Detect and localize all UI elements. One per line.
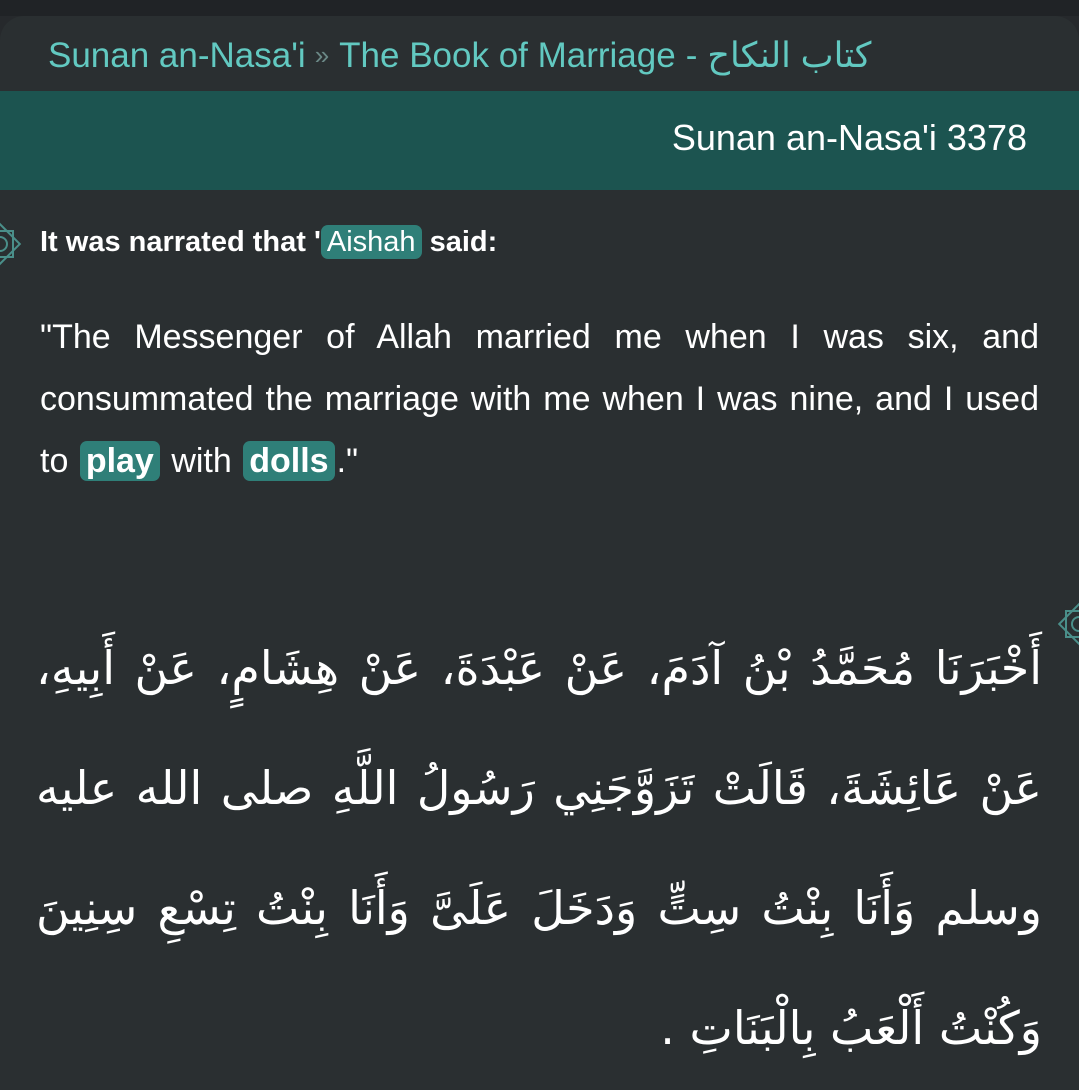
breadcrumb-collection-link[interactable]: Sunan an-Nasa'i xyxy=(48,36,306,75)
narrator-prefix: It was narrated that ' xyxy=(40,226,321,258)
narrator-line: It was narrated that ' Aishah said: xyxy=(40,220,1040,264)
english-text-part3: ." xyxy=(336,442,359,480)
breadcrumb-dash: - xyxy=(685,36,698,75)
arabic-text: أَخْبَرَنَا مُحَمَّدُ بْنُ آدَمَ، عَنْ ع… xyxy=(36,641,1042,1055)
keyword-tag-dolls[interactable]: dolls xyxy=(243,441,335,481)
top-strip xyxy=(0,0,1079,16)
english-text-part2: with xyxy=(171,442,232,480)
ornament-icon xyxy=(1055,600,1079,648)
keyword-tag-play[interactable]: play xyxy=(79,441,160,481)
breadcrumb-separator: » xyxy=(314,40,330,70)
breadcrumb-book-link[interactable]: The Book of Marriage xyxy=(339,36,676,75)
narrator-suffix: said: xyxy=(421,226,498,258)
hadith-reference[interactable]: Sunan an-Nasa'i 3378 xyxy=(672,116,1027,160)
english-translation: "The Messenger of Allah married me when … xyxy=(40,306,1039,492)
breadcrumb: Sunan an-Nasa'i » The Book of Marriage - كتا… xyxy=(48,34,1038,78)
ornament-icon xyxy=(0,220,24,268)
breadcrumb-book-arabic[interactable]: كتاب النكاح xyxy=(707,36,871,75)
narrator-name-tag[interactable]: Aishah xyxy=(320,225,422,259)
reference-bar: Sunan an-Nasa'i 3378 xyxy=(0,91,1079,190)
hadith-card: Sunan an-Nasa'i » The Book of Marriage - كتا… xyxy=(0,16,1079,1090)
